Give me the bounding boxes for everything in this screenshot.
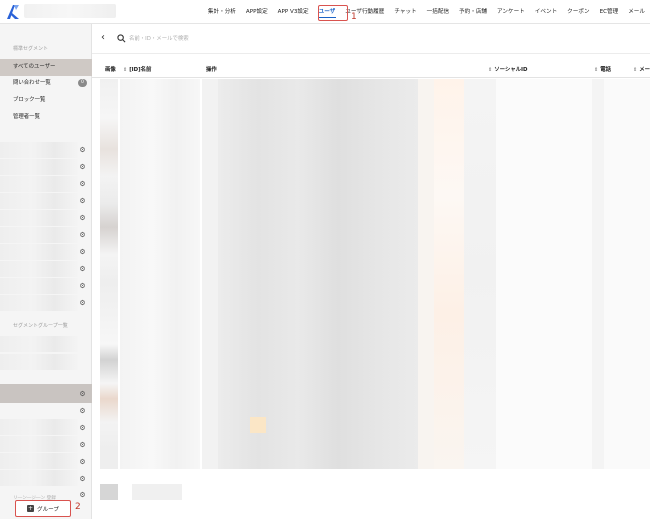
- column-header-id-name[interactable]: ⇕ [ID]名前: [123, 62, 151, 78]
- annotation-box-user-tab: [318, 5, 348, 21]
- social-icon-column-blurred: [464, 79, 496, 469]
- brand-name-blurred: [24, 4, 116, 18]
- search-bar: ‹: [92, 24, 650, 54]
- name-column-blurred: [120, 79, 200, 469]
- nav-tab-12[interactable]: メール: [623, 0, 650, 24]
- action-column-blurred: [202, 79, 218, 469]
- gear-icon[interactable]: ⚙: [79, 391, 86, 398]
- gear-icon[interactable]: ⚙: [79, 164, 86, 171]
- sidebar-item-label: 管理者一覧: [13, 114, 40, 120]
- sidebar-item-label: ブロック一覧: [13, 97, 46, 103]
- column-header-social-id[interactable]: ⇕ ソーシャルID: [488, 62, 528, 78]
- nav-tab-1[interactable]: APP設定: [241, 0, 273, 24]
- add-group-label: グループ: [36, 506, 60, 513]
- gear-icon[interactable]: ⚙: [79, 408, 86, 415]
- gear-icon[interactable]: ⚙: [79, 147, 86, 154]
- group-item-blurred[interactable]: [0, 354, 78, 370]
- main-menu: 集計・分析 APP設定 APP V3設定 ユーザ ユーザ行動履歴 チャット 一括配信 予約・店…: [203, 0, 650, 24]
- table-bottom-row: [92, 470, 650, 519]
- nav-tab-6[interactable]: 一括配信: [422, 0, 454, 24]
- search-input[interactable]: [129, 32, 429, 46]
- plus-icon: +: [26, 505, 34, 512]
- email-column-blurred: [604, 79, 650, 469]
- sort-icon: ⇕: [633, 67, 638, 73]
- sort-icon: ⇕: [123, 67, 128, 73]
- column-header-email[interactable]: ⇕ メー: [633, 62, 650, 78]
- column-blurred: [418, 79, 434, 469]
- gear-icon[interactable]: ⚙: [79, 198, 86, 205]
- segment-item-blurred[interactable]: [0, 210, 78, 226]
- app-logo-icon[interactable]: [6, 4, 20, 20]
- gear-icon[interactable]: ⚙: [79, 425, 86, 432]
- sidebar-item-label: すべてのユーザー: [13, 64, 56, 70]
- section-heading-standard: 標準セグメント: [13, 46, 49, 52]
- group-item-blurred[interactable]: [0, 419, 78, 435]
- highlight-cell-blurred: [250, 417, 266, 433]
- segment-item-blurred[interactable]: [0, 176, 78, 192]
- social-id-column-blurred: [496, 79, 592, 469]
- gear-icon[interactable]: ⚙: [79, 215, 86, 222]
- nav-tab-2[interactable]: APP V3設定: [273, 0, 314, 24]
- nav-tab-5[interactable]: チャット: [389, 0, 421, 24]
- nav-tab-7[interactable]: 予約・店舗: [454, 0, 492, 24]
- nav-tab-8[interactable]: アンケート: [492, 0, 530, 24]
- column-header-phone[interactable]: ⇕ 電話: [594, 62, 611, 78]
- count-badge: 0: [78, 79, 87, 87]
- actions-area-blurred: [218, 79, 418, 469]
- gear-icon[interactable]: ⚙: [79, 232, 86, 239]
- segment-item-blurred[interactable]: [0, 295, 78, 311]
- section-heading-groups: セグメントグループ一覧: [13, 323, 68, 329]
- sidebar-item-label: 問い合わせ一覧: [13, 80, 51, 86]
- gear-icon[interactable]: ⚙: [79, 266, 86, 273]
- gear-icon[interactable]: ⚙: [79, 283, 86, 290]
- segment-item-blurred[interactable]: [0, 278, 78, 294]
- sidebar-item-blocked[interactable]: ブロック一覧: [0, 92, 92, 109]
- nav-tab-11[interactable]: EC管理: [595, 0, 624, 24]
- add-group-button[interactable]: + グループ: [15, 500, 71, 517]
- segment-item-blurred[interactable]: [0, 142, 78, 158]
- phone-column-blurred: [592, 79, 604, 469]
- gear-icon[interactable]: ⚙: [79, 300, 86, 307]
- chevron-left-icon[interactable]: ‹: [101, 33, 105, 43]
- table-header: 画像 ⇕ [ID]名前 操作 ⇕ ソーシャルID ⇕ 電話 ⇕ メー: [92, 62, 650, 78]
- segment-item-blurred[interactable]: [0, 261, 78, 277]
- column-header-actions: 操作: [206, 67, 217, 73]
- gear-icon[interactable]: ⚙: [79, 249, 86, 256]
- segment-item-blurred[interactable]: [0, 227, 78, 243]
- user-table-body: [92, 79, 650, 469]
- sidebar-item-admins[interactable]: 管理者一覧: [0, 109, 92, 126]
- search-icon: [117, 34, 126, 43]
- annotation-number-2: 2: [75, 502, 81, 512]
- nav-tab-9[interactable]: イベント: [530, 0, 562, 24]
- group-item-blurred[interactable]: [0, 336, 78, 352]
- name-blurred: [132, 484, 182, 500]
- avatar-blurred: [100, 484, 118, 500]
- segment-item-blurred[interactable]: [0, 159, 78, 175]
- sort-icon: ⇕: [488, 67, 493, 73]
- gear-icon[interactable]: ⚙: [79, 492, 86, 499]
- group-item-blurred[interactable]: [0, 470, 78, 486]
- sort-icon: ⇕: [594, 67, 599, 73]
- segment-item-blurred[interactable]: [0, 244, 78, 260]
- nav-tab-0[interactable]: 集計・分析: [203, 0, 241, 24]
- group-item-blurred[interactable]: [0, 453, 78, 469]
- sidebar-item-inquiries[interactable]: 問い合わせ一覧 0: [0, 75, 92, 92]
- gear-icon[interactable]: ⚙: [79, 181, 86, 188]
- nav-tab-10[interactable]: クーポン: [562, 0, 594, 24]
- group-item-blurred[interactable]: [0, 436, 78, 452]
- status-column-blurred: [434, 79, 464, 469]
- gear-icon[interactable]: ⚙: [79, 459, 86, 466]
- sidebar-item-all-users[interactable]: すべてのユーザー: [0, 59, 92, 76]
- column-header-image: 画像: [105, 67, 116, 73]
- avatar-column-blurred: [100, 79, 118, 469]
- sidebar: 標準セグメント すべてのユーザー 問い合わせ一覧 0 ブロック一覧 管理者一覧 …: [0, 24, 92, 519]
- gear-icon[interactable]: ⚙: [79, 476, 86, 483]
- annotation-number-1: 1: [351, 12, 357, 22]
- segment-item-blurred[interactable]: [0, 193, 78, 209]
- gear-icon[interactable]: ⚙: [79, 442, 86, 449]
